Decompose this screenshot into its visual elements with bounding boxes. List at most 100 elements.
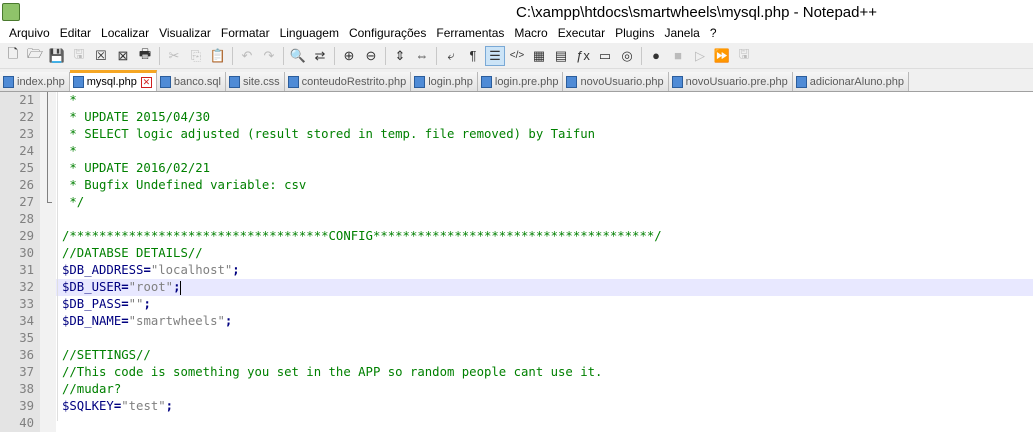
code-line[interactable]: 25 * UPDATE 2016/02/21 [0,160,1033,177]
word-wrap-icon[interactable]: ⤶ [441,46,461,66]
tab-adicionaraluno-php[interactable]: adicionarAluno.php [792,72,909,91]
show-all-chars-icon[interactable]: ¶ [463,46,483,66]
code-icon[interactable]: </> [507,46,527,66]
save-all-icon[interactable]: 🖫 [69,46,89,66]
menu-ferramentas[interactable]: Ferramentas [431,24,509,43]
fold-margin[interactable] [40,194,56,211]
fold-margin[interactable] [40,177,56,194]
fold-margin[interactable] [40,381,56,398]
replace-icon[interactable]: ⇄ [310,46,330,66]
menu-macro[interactable]: Macro [509,24,552,43]
close-tab-icon[interactable]: ✕ [140,76,152,88]
tab-login-php[interactable]: login.php [411,72,478,91]
code-line[interactable]: 39 $SQLKEY="test"; [0,398,1033,415]
close-icon[interactable]: ☒ [91,46,111,66]
fold-margin[interactable] [40,126,56,143]
code-line[interactable]: 34 $DB_NAME="smartwheels"; [0,313,1033,330]
fold-margin[interactable] [40,330,56,347]
code-line[interactable]: 21 * [0,92,1033,109]
menu-configura-es[interactable]: Configurações [344,24,431,43]
menu-localizar[interactable]: Localizar [96,24,154,43]
new-file-icon[interactable]: 🗋 [3,46,23,66]
code-line[interactable]: 36 //SETTINGS// [0,347,1033,364]
fold-margin[interactable] [40,347,56,364]
fold-margin[interactable] [40,313,56,330]
print-icon[interactable]: 🖶 [135,46,155,66]
folder-workspace-icon[interactable]: ▤ [551,46,571,66]
code-line[interactable]: 23 * SELECT logic adjusted (result store… [0,126,1033,143]
code-token: * UPDATE 2016/02/21 [62,161,211,175]
menu-plugins[interactable]: Plugins [610,24,659,43]
code-line[interactable]: 27 */ [0,194,1033,211]
fold-margin[interactable] [40,279,56,296]
fold-margin[interactable] [40,211,56,228]
code-line[interactable]: 37 //This code is something you set in th… [0,364,1033,381]
fold-margin[interactable] [40,92,56,109]
fold-margin[interactable] [40,245,56,262]
line-number: 27 [0,194,40,211]
code-token: * [62,93,77,107]
doc-map-icon[interactable]: ▦ [529,46,549,66]
fold-margin[interactable] [40,262,56,279]
fold-margin[interactable] [40,143,56,160]
code-line[interactable]: 33 $DB_PASS=""; [0,296,1033,313]
undo-icon[interactable]: ↶ [237,46,257,66]
fold-margin[interactable] [40,296,56,313]
tab-novousuario-php[interactable]: novoUsuario.php [563,72,669,91]
record-macro-icon[interactable]: ● [646,46,666,66]
menu-executar[interactable]: Executar [553,24,610,43]
redo-icon[interactable]: ↷ [259,46,279,66]
close-all-icon[interactable]: ⊠ [113,46,133,66]
menu-help[interactable]: ? [705,24,722,43]
stop-macro-icon[interactable]: ■ [668,46,688,66]
copy-icon[interactable]: ⎘ [186,46,206,66]
menu-visualizar[interactable]: Visualizar [154,24,216,43]
fold-margin[interactable] [40,109,56,126]
tab-conteudorestrito-php[interactable]: conteudoRestrito.php [284,72,412,91]
code-line[interactable]: 26 * Bugfix Undefined variable: csv [0,177,1033,194]
code-line[interactable]: 24 * [0,143,1033,160]
menu-janela[interactable]: Janela [659,24,704,43]
tab-index-php[interactable]: index.php [0,72,70,91]
zoom-out-icon[interactable]: ⊖ [361,46,381,66]
find-icon[interactable]: 🔍 [288,46,308,66]
save-macro-icon[interactable]: 🖫 [734,46,754,66]
tab-mysql-php[interactable]: mysql.php ✕ [69,70,157,91]
menu-arquivo[interactable]: Arquivo [4,24,55,43]
code-editor[interactable]: 21 * 22 * UPDATE 2015/04/30 23 * SELECT lo… [0,92,1033,432]
code-line[interactable]: 30 //DATABSE DETAILS// [0,245,1033,262]
open-file-icon[interactable]: 🗁 [25,46,45,66]
menu-editar[interactable]: Editar [55,24,96,43]
function-list-icon[interactable]: ƒx [573,46,593,66]
save-icon[interactable]: 💾 [47,46,67,66]
menu-linguagem[interactable]: Linguagem [275,24,344,43]
tab-banco-sql[interactable]: banco.sql [156,72,226,91]
tab-novousuario-pre-php[interactable]: novoUsuario.pre.php [668,72,793,91]
code-line[interactable]: 31 $DB_ADDRESS="localhost"; [0,262,1033,279]
fold-margin[interactable] [40,364,56,381]
cut-icon[interactable]: ✂ [164,46,184,66]
play-multiple-icon[interactable]: ⏩ [712,46,732,66]
zoom-in-icon[interactable]: ⊕ [339,46,359,66]
code-line[interactable]: 40 [0,415,1033,432]
code-line[interactable]: 22 * UPDATE 2015/04/30 [0,109,1033,126]
code-line[interactable]: 29 /***********************************CO… [0,228,1033,245]
code-line[interactable]: 32 $DB_USER="root"; [0,279,1033,296]
tab-site-css[interactable]: site.css [225,72,285,91]
fold-margin[interactable] [40,398,56,415]
fold-margin[interactable] [40,160,56,177]
code-line[interactable]: 35 [0,330,1033,347]
monitor-icon[interactable]: ▭ [595,46,615,66]
sync-horizontal-icon[interactable]: ⇔ [412,46,432,66]
play-macro-icon[interactable]: ▷ [690,46,710,66]
menu-formatar[interactable]: Formatar [216,24,275,43]
paste-icon[interactable]: 📋 [208,46,228,66]
fold-margin[interactable] [40,415,56,432]
fold-margin[interactable] [40,228,56,245]
code-line[interactable]: 38 //mudar? [0,381,1033,398]
tab-login-pre-php[interactable]: login.pre.php [477,72,564,91]
sync-vertical-icon[interactable]: ⇕ [390,46,410,66]
indent-guide-icon[interactable]: ☰ [485,45,505,66]
code-line[interactable]: 28 [0,211,1033,228]
camera-icon[interactable]: ◎ [617,46,637,66]
